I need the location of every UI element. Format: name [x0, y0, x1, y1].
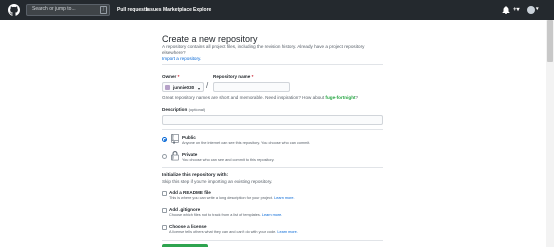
owner-repo-separator: /	[206, 81, 209, 90]
license-option-title[interactable]: Choose a license	[169, 224, 207, 229]
repo-name-suggestion[interactable]: fuge-fortnight	[325, 95, 355, 100]
hint-text: Great repository names are short and mem…	[162, 95, 325, 100]
scrollbar-thumb[interactable]	[547, 20, 553, 62]
top-navbar: Search or jump to... / Pull requests Iss…	[0, 0, 554, 20]
initialize-subtitle: Skip this step if you're importing an ex…	[162, 179, 273, 184]
description-input[interactable]	[162, 115, 383, 125]
license-option-description: A license tells others what they can and…	[169, 230, 298, 234]
owner-label: Owner *	[162, 74, 179, 79]
search-input[interactable]: Search or jump to... /	[26, 4, 110, 16]
gitignore-checkbox[interactable]	[162, 208, 167, 213]
nav-pull-requests[interactable]: Pull requests	[117, 7, 148, 13]
github-logo-icon[interactable]	[8, 4, 20, 16]
divider	[162, 240, 383, 241]
owner-select-button[interactable]: junnie030 ▾	[162, 82, 204, 92]
description-label: Description (optional)	[162, 107, 205, 112]
owner-required-mark: *	[177, 74, 180, 79]
initialize-title: Initialize this repository with:	[162, 173, 229, 178]
repo-name-hint: Great repository names are short and mem…	[162, 95, 358, 100]
gitignore-learn-more-link[interactable]: Learn more.	[262, 213, 282, 217]
page-subtitle: A repository contains all project files,…	[162, 44, 386, 62]
owner-label-text: Owner	[162, 74, 177, 79]
public-radio[interactable]	[162, 137, 167, 142]
gitignore-option-title[interactable]: Add .gitignore	[169, 207, 200, 212]
license-checkbox[interactable]	[162, 225, 167, 230]
description-label-text: Description	[162, 107, 188, 112]
chevron-down-icon: ▾	[197, 86, 200, 91]
subtitle-text: A repository contains all project files,…	[162, 44, 365, 55]
page-title: Create a new repository	[162, 34, 258, 44]
divider	[162, 129, 383, 130]
search-shortcut-key: /	[100, 6, 107, 14]
repo-name-label-text: Repository name	[213, 74, 251, 79]
readme-desc-text: This is where you can write a long descr…	[169, 196, 274, 200]
bell-icon[interactable]	[502, 6, 510, 14]
nav-marketplace[interactable]: Marketplace	[163, 7, 192, 13]
hint-suffix: ?	[355, 95, 359, 100]
public-option-description: Anyone on the internet can see this repo…	[182, 141, 311, 145]
license-learn-more-link[interactable]: Learn more.	[277, 230, 297, 234]
license-desc-text: A license tells others what they can and…	[169, 230, 277, 234]
divider	[162, 64, 383, 65]
owner-avatar	[165, 85, 170, 90]
nav-explore[interactable]: Explore	[193, 7, 211, 13]
public-option-title[interactable]: Public	[182, 135, 196, 140]
owner-value: junnie030	[173, 85, 195, 90]
search-placeholder: Search or jump to...	[32, 6, 76, 12]
description-optional-tag: (optional)	[188, 107, 206, 112]
create-new-dropdown[interactable]: +▾	[513, 6, 520, 13]
user-menu-caret-icon[interactable]: ▾	[536, 6, 539, 12]
private-radio[interactable]	[162, 154, 167, 159]
repo-public-icon	[171, 134, 179, 144]
private-option-title[interactable]: Private	[182, 152, 197, 157]
gitignore-desc-text: Choose which files not to track from a l…	[169, 213, 261, 217]
repo-name-required-mark: *	[251, 74, 254, 79]
gitignore-option-description: Choose which files not to track from a l…	[169, 213, 282, 217]
divider	[162, 167, 383, 168]
readme-checkbox[interactable]	[162, 191, 167, 196]
lock-icon	[171, 151, 179, 161]
readme-option-description: This is where you can write a long descr…	[169, 196, 295, 200]
repo-name-label: Repository name *	[213, 74, 253, 79]
readme-option-title[interactable]: Add a README file	[169, 190, 211, 195]
nav-issues[interactable]: Issues	[146, 7, 162, 13]
user-avatar[interactable]	[527, 6, 535, 14]
repository-name-input[interactable]	[213, 82, 290, 92]
readme-learn-more-link[interactable]: Learn more.	[274, 196, 294, 200]
private-option-description: You choose who can see and commit to thi…	[182, 158, 275, 162]
import-repository-link[interactable]: Import a repository.	[162, 56, 201, 61]
